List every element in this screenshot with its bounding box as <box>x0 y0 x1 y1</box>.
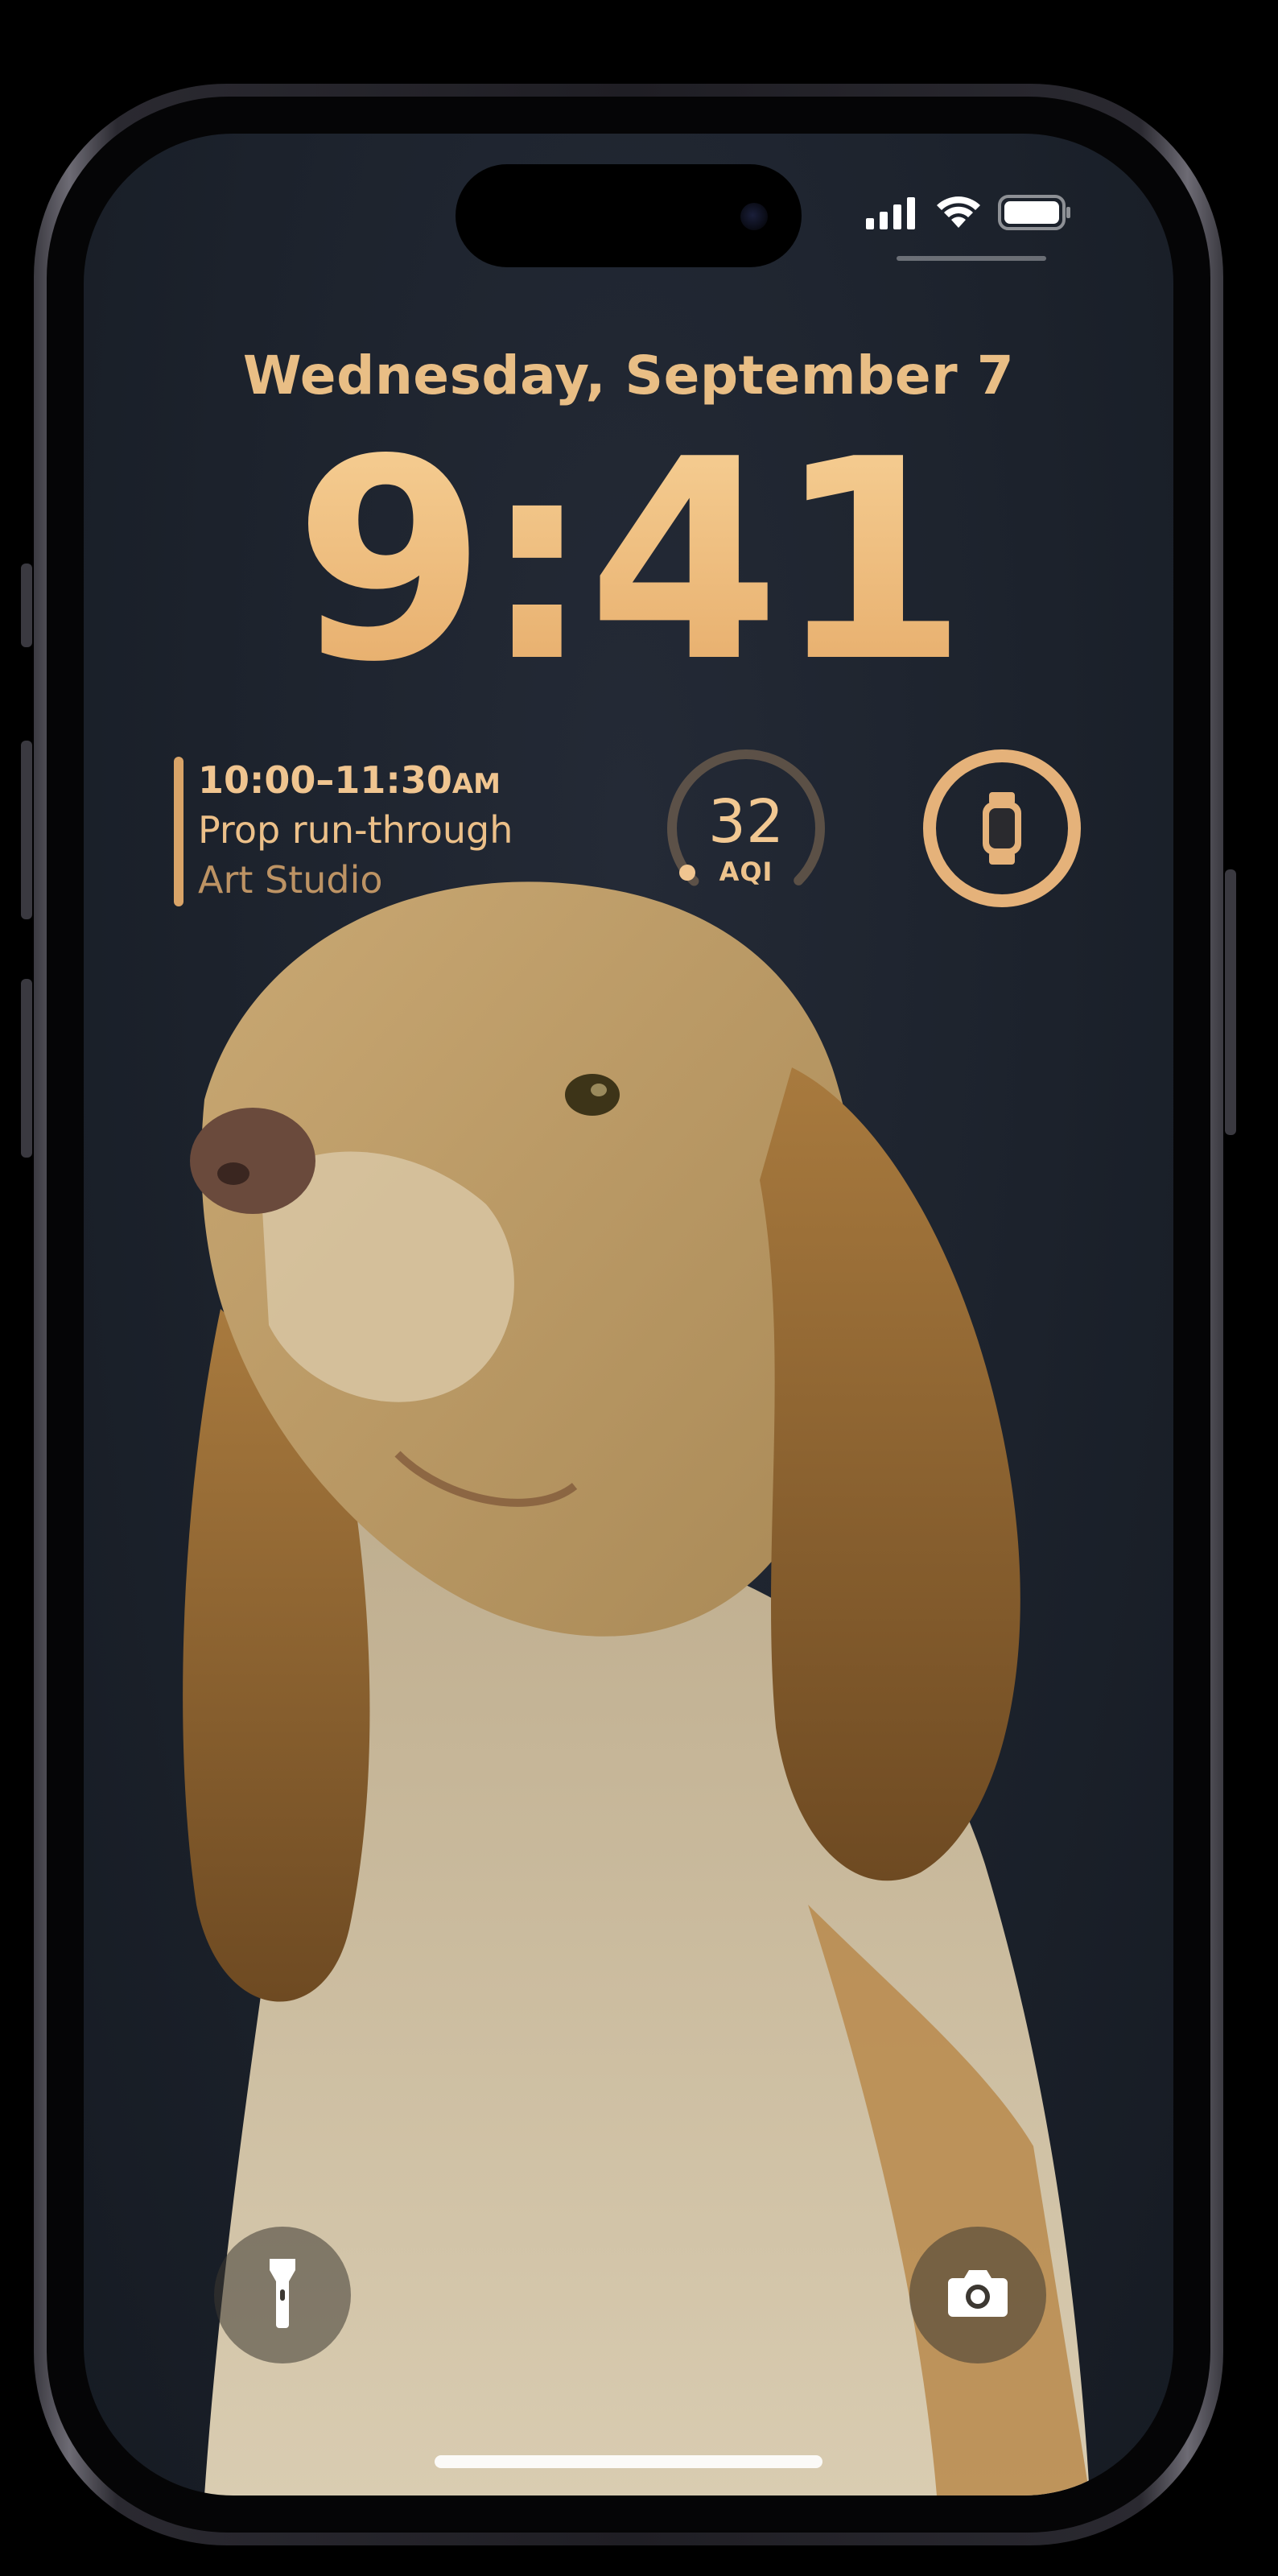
camera-button[interactable] <box>909 2227 1046 2363</box>
calendar-meridiem: AM <box>451 768 501 800</box>
watch-icon <box>978 792 1026 868</box>
cellular-signal-icon <box>866 196 919 233</box>
lock-screen-time: 9:41 <box>84 423 1173 700</box>
front-camera-lens <box>740 203 768 230</box>
wifi-icon <box>935 196 982 233</box>
camera-icon <box>946 2268 1009 2322</box>
home-indicator[interactable] <box>435 2455 822 2468</box>
calendar-time-range: 10:00–11:30 <box>198 758 452 802</box>
battery-icon <box>998 195 1072 233</box>
calendar-event-location: Art Studio <box>198 858 383 902</box>
flashlight-button[interactable] <box>214 2227 351 2363</box>
status-bar <box>866 190 1072 238</box>
power-button <box>1225 869 1236 1135</box>
air-quality-widget[interactable]: 32 AQI <box>662 744 831 913</box>
calendar-event-bar <box>174 757 183 906</box>
lock-screen[interactable]: Wednesday, September 7 9:41 10:00–11:30A… <box>84 134 1173 2496</box>
status-indicator-line <box>897 256 1046 261</box>
watch-battery-widget[interactable] <box>917 744 1086 913</box>
volume-down-button <box>21 979 32 1158</box>
flashlight-icon <box>266 2257 299 2333</box>
aqi-label: AQI <box>719 857 773 887</box>
lock-screen-mockup: Wednesday, September 7 9:41 10:00–11:30A… <box>0 0 1278 2576</box>
aqi-value: 32 <box>707 787 785 857</box>
calendar-event-title: Prop run-through <box>198 808 513 852</box>
calendar-event-time: 10:00–11:30AM <box>198 758 501 802</box>
lock-screen-date: Wednesday, September 7 <box>242 345 1015 407</box>
action-button <box>21 564 32 647</box>
volume-up-button <box>21 741 32 919</box>
